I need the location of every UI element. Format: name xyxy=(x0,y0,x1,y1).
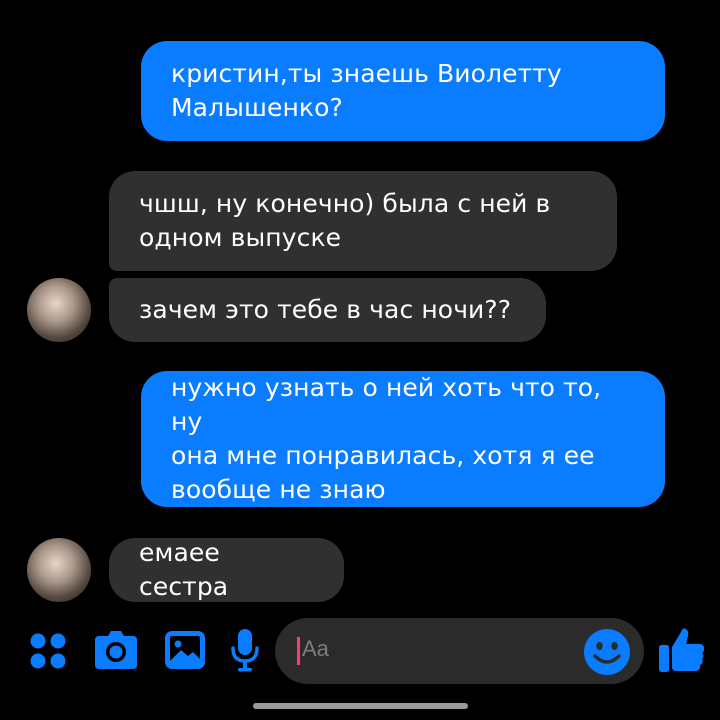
thumbs-up-icon[interactable] xyxy=(658,626,706,674)
apps-icon[interactable] xyxy=(29,632,67,670)
message-input-placeholder: Aa xyxy=(302,636,329,661)
outgoing-message-bubble[interactable]: кристин,ты знаешь Виолетту Малышенко? xyxy=(141,41,665,141)
incoming-message-bubble[interactable]: емаее сестра xyxy=(109,538,344,602)
home-indicator[interactable] xyxy=(253,703,468,709)
camera-icon[interactable] xyxy=(94,630,138,670)
gallery-icon[interactable] xyxy=(164,630,206,670)
incoming-message-bubble[interactable]: зачем это тебе в час ночи?? xyxy=(109,278,546,342)
contact-avatar[interactable] xyxy=(27,278,91,342)
incoming-message-bubble[interactable]: чшш, ну конечно) была с ней в одном выпу… xyxy=(109,171,617,271)
microphone-icon[interactable] xyxy=(230,628,260,672)
outgoing-message-bubble[interactable]: нужно узнать о ней хоть что то, ну она м… xyxy=(141,371,665,507)
contact-avatar[interactable] xyxy=(27,538,91,602)
message-input[interactable]: Aa xyxy=(275,618,644,684)
text-caret xyxy=(297,637,300,665)
emoji-icon[interactable] xyxy=(583,628,631,676)
